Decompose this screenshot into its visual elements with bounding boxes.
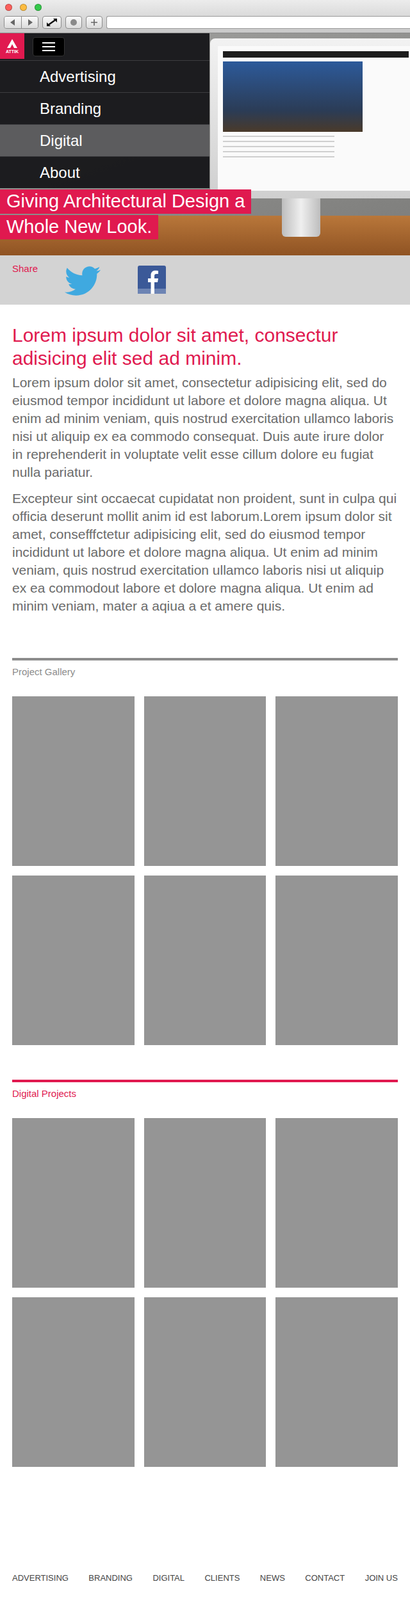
menu-item[interactable]: Advertising [0, 60, 210, 93]
section-title: Digital Projects [12, 1088, 398, 1102]
project-tile[interactable] [12, 697, 135, 867]
footer-link[interactable]: CLIENTS [204, 1574, 240, 1585]
browser-toolbar [0, 0, 410, 34]
new-tab-button[interactable] [85, 16, 103, 29]
twitter-bird-icon [64, 265, 101, 297]
footer-link[interactable]: JOIN US [365, 1574, 398, 1585]
footer-link[interactable]: NEWS [260, 1574, 286, 1585]
hero-title: Giving Architectural Design a Whole New … [0, 188, 282, 240]
forward-button[interactable] [21, 16, 38, 29]
article-paragraph: Lorem ipsum dolor sit amet, consectetur … [12, 374, 398, 482]
minimize-icon[interactable] [19, 3, 27, 11]
project-tile[interactable] [12, 1119, 135, 1289]
article: Lorem ipsum dolor sit amet, consectur ad… [0, 304, 410, 624]
footer-link[interactable]: CONTACT [304, 1574, 345, 1585]
close-icon[interactable] [5, 3, 13, 11]
twitter-button[interactable] [64, 265, 101, 297]
hamburger-icon [42, 42, 56, 52]
project-tile[interactable] [275, 1119, 398, 1289]
tile-grid [12, 1119, 398, 1469]
project-tile[interactable] [144, 697, 267, 867]
share-label: Share [12, 263, 65, 275]
circle-icon [69, 18, 78, 27]
expand-icon [45, 17, 59, 28]
logo[interactable]: ATTIK [0, 33, 25, 59]
zoom-icon[interactable] [34, 3, 42, 11]
reader-button[interactable] [65, 16, 82, 29]
section-rule [12, 1080, 398, 1084]
facebook-icon [137, 265, 166, 295]
project-tile[interactable] [144, 876, 267, 1047]
monitor [210, 38, 410, 199]
menu-toggle-button[interactable] [32, 37, 65, 57]
article-heading: Lorem ipsum dolor sit amet, consectur ad… [12, 324, 398, 371]
gallery-section: Digital Projects [0, 1080, 410, 1469]
tile-grid [12, 697, 398, 1047]
toolbar-row [0, 12, 410, 29]
back-icon [10, 19, 16, 26]
plus-icon [90, 18, 99, 27]
project-tile[interactable] [275, 1298, 398, 1469]
share-bar: Share [0, 255, 410, 305]
footer-nav: ADVERTISING BRANDING DIGITAL CLIENTS NEWS CON… [0, 1556, 410, 1600]
menu-item[interactable]: About [0, 156, 210, 189]
footer-link[interactable]: BRANDING [88, 1574, 133, 1585]
menu-item[interactable]: Branding [0, 92, 210, 125]
logo-text: ATTIK [5, 49, 19, 54]
article-paragraph: Excepteur sint occaecat cupidatat non pr… [12, 490, 398, 616]
history-buttons [3, 16, 39, 29]
monitor-screen [217, 46, 410, 191]
fullscreen-button[interactable] [42, 16, 62, 29]
hero: ATTIK AdvertisingBrandingDigitalAboutGivi… [0, 33, 410, 256]
logo-mark-icon [7, 39, 18, 49]
window-controls [0, 0, 410, 13]
footer-link[interactable]: DIGITAL [152, 1574, 185, 1585]
monitor-stand [281, 198, 321, 238]
project-tile[interactable] [12, 1298, 135, 1469]
project-tile[interactable] [275, 697, 398, 867]
section-rule [12, 658, 398, 662]
gallery-section: Project Gallery [0, 658, 410, 1047]
section-title: Project Gallery [12, 666, 398, 680]
forward-icon [27, 19, 33, 26]
project-tile[interactable] [144, 1119, 267, 1289]
back-button[interactable] [4, 16, 22, 29]
address-bar[interactable] [106, 16, 410, 29]
project-tile[interactable] [144, 1298, 267, 1469]
project-tile[interactable] [12, 876, 135, 1047]
menu-header: ATTIK [0, 33, 210, 61]
menu-item[interactable]: Digital [0, 124, 210, 157]
nav-menu: ATTIK AdvertisingBrandingDigitalAbout [0, 33, 210, 189]
page: ATTIK AdvertisingBrandingDigitalAboutGivi… [0, 0, 410, 1600]
footer-link[interactable]: ADVERTISING [12, 1574, 69, 1585]
project-tile[interactable] [275, 876, 398, 1047]
facebook-button[interactable] [137, 265, 166, 295]
